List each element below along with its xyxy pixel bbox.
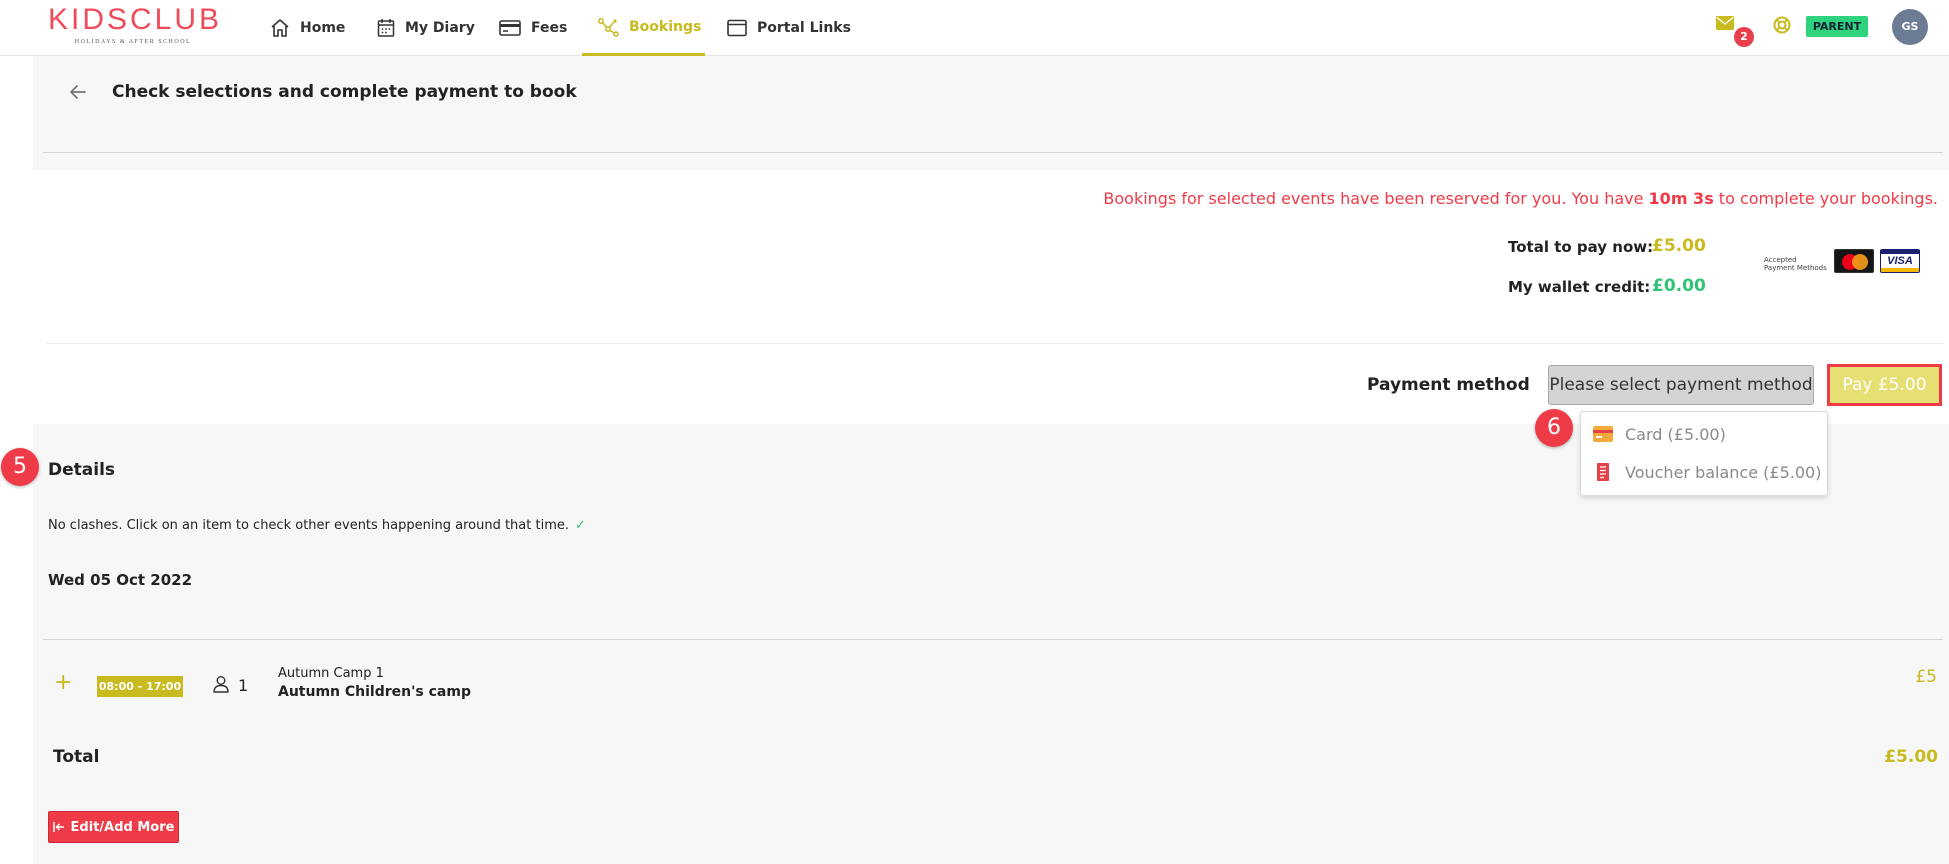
person-icon	[212, 675, 230, 697]
envelope-icon	[1716, 16, 1734, 30]
total-label: Total	[53, 747, 100, 767]
clash-message: No clashes. Click on an item to check ot…	[48, 518, 586, 533]
browser-icon	[727, 19, 747, 37]
role-badge: PARENT	[1806, 16, 1868, 37]
total-value: £5.00	[1884, 747, 1938, 767]
nav-fees[interactable]: Fees	[499, 0, 567, 56]
bookings-icon	[598, 17, 619, 37]
check-icon: ✓	[575, 518, 586, 533]
event-name[interactable]: Autumn Children's camp	[278, 684, 471, 700]
divider	[43, 639, 1943, 640]
accepted-payment-methods-label: Accepted Payment Methods	[1764, 256, 1827, 272]
details-heading: Details	[48, 460, 116, 480]
option-voucher-label: Voucher balance (£5.00)	[1625, 462, 1822, 482]
nav-my-diary[interactable]: My Diary	[377, 0, 475, 56]
visa-logo: VISA	[1880, 249, 1920, 273]
reserve-time-remaining: 10m 3s	[1648, 189, 1714, 208]
mail-button[interactable]	[1716, 15, 1734, 34]
nav-bookings[interactable]: Bookings	[582, 0, 705, 56]
logo-subtitle: HOLIDAYS & AFTER SCHOOL	[74, 39, 192, 45]
lifebuoy-icon	[1773, 16, 1791, 34]
booking-date: Wed 05 Oct 2022	[48, 571, 193, 589]
accepted-line-2: Payment Methods	[1764, 264, 1827, 272]
total-to-pay-label: Total to pay now:	[1508, 238, 1654, 256]
nav-portal-links-label: Portal Links	[757, 20, 851, 36]
credit-card-icon	[1593, 426, 1613, 442]
attendee-count: 1	[238, 676, 249, 695]
reserve-msg-pre: Bookings for selected events have been r…	[1103, 189, 1649, 208]
event-time-tag: 08:00 - 17:00	[97, 676, 183, 697]
home-icon	[271, 19, 289, 37]
arrow-left-bar-icon	[52, 822, 64, 832]
nav-home-label: Home	[300, 20, 346, 36]
payment-method-label: Payment method	[1367, 375, 1530, 395]
payment-method-select[interactable]: Please select payment method	[1548, 365, 1814, 405]
nav-portal-links[interactable]: Portal Links	[727, 0, 851, 56]
expand-plus-icon[interactable]: +	[54, 671, 72, 695]
clash-message-text: No clashes. Click on an item to check ot…	[48, 518, 569, 533]
step-badge-6: 6	[1535, 409, 1573, 447]
total-to-pay-value: £5.00	[1652, 236, 1706, 256]
accepted-line-1: Accepted	[1764, 256, 1797, 264]
card-icon	[499, 20, 521, 36]
option-voucher[interactable]: Voucher balance (£5.00)	[1593, 460, 1821, 484]
reservation-timer-message: Bookings for selected events have been r…	[1103, 189, 1938, 208]
event-subtitle: Autumn Camp 1	[278, 666, 384, 681]
wallet-credit-label: My wallet credit:	[1508, 278, 1651, 296]
divider	[46, 343, 1944, 344]
help-button[interactable]	[1773, 16, 1791, 38]
step-badge-5: 5	[1, 448, 39, 486]
nav-my-diary-label: My Diary	[405, 20, 475, 36]
mastercard-logo	[1834, 249, 1874, 273]
voucher-icon	[1597, 463, 1609, 481]
top-navbar: KIDSCLUB HOLIDAYS & AFTER SCHOOL Home My…	[0, 0, 1949, 56]
mail-count-badge: 2	[1734, 27, 1754, 47]
edit-add-more-label: Edit/Add More	[70, 819, 175, 835]
logo-text: KIDSCLUB	[48, 3, 223, 36]
pay-button[interactable]: Pay £5.00	[1827, 364, 1942, 406]
divider	[43, 152, 1943, 153]
event-price: £5	[1915, 667, 1937, 687]
arrow-left-icon	[70, 85, 86, 99]
visa-logo-text: VISA	[1887, 255, 1913, 267]
nav-bookings-label: Bookings	[629, 18, 702, 35]
option-card[interactable]: Card (£5.00)	[1593, 422, 1726, 446]
user-avatar[interactable]: GS	[1892, 9, 1928, 45]
calendar-icon	[377, 19, 395, 37]
back-button[interactable]	[68, 82, 88, 106]
option-card-label: Card (£5.00)	[1625, 424, 1726, 444]
page-title: Check selections and complete payment to…	[112, 82, 577, 102]
nav-home[interactable]: Home	[270, 0, 345, 56]
edit-add-more-button[interactable]: Edit/Add More	[48, 811, 179, 843]
kidsclub-logo[interactable]: KIDSCLUB HOLIDAYS & AFTER SCHOOL	[48, 3, 223, 50]
payment-method-dropdown: Card (£5.00) Voucher balance (£5.00)	[1580, 411, 1828, 496]
wallet-credit-value: £0.00	[1652, 276, 1706, 296]
nav-fees-label: Fees	[531, 20, 568, 36]
reserve-msg-post: to complete your bookings.	[1713, 189, 1938, 208]
